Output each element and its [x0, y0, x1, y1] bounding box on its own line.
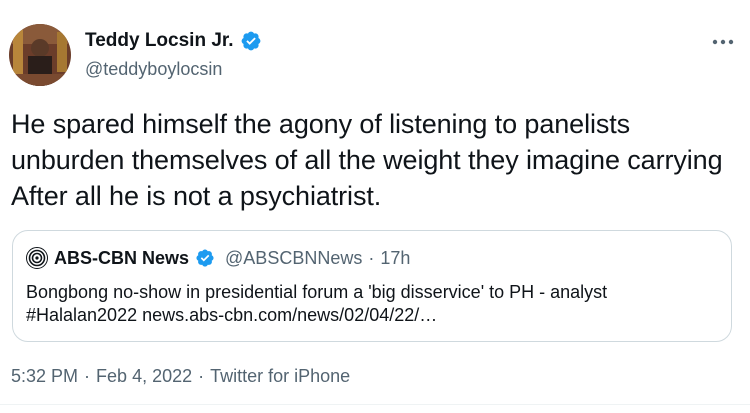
author-name-row[interactable]: Teddy Locsin Jr.: [85, 30, 262, 52]
tweet-date[interactable]: Feb 4, 2022: [96, 366, 192, 387]
avatar-image: [9, 24, 71, 86]
quoted-text-line: #Halalan2022 news.abs-cbn.com/news/02/04…: [26, 305, 438, 325]
meta-separator: ·: [84, 366, 91, 386]
quoted-author-handle: @ABSCBNNews: [225, 247, 363, 268]
quoted-author-name: ABS-CBN News: [54, 247, 190, 268]
author-name[interactable]: Teddy Locsin Jr.: [85, 30, 234, 52]
tweet-meta: 5:32 PM · Feb 4, 2022 · Twitter for iPho…: [11, 366, 350, 387]
quoted-tweet-card[interactable]: ABS-CBN News @ABSCBNNews · 17h Bongbong …: [12, 230, 732, 342]
author-handle[interactable]: @teddyboylocsin: [85, 58, 222, 80]
meta-separator: ·: [198, 366, 205, 386]
more-icon[interactable]: [710, 32, 736, 52]
quoted-timestamp: 17h: [380, 247, 411, 268]
quoted-tweet-text: Bongbong no-show in presidential forum a…: [26, 281, 716, 327]
divider: [0, 404, 750, 405]
verified-badge-icon: [241, 31, 260, 51]
tweet-source[interactable]: Twitter for iPhone: [210, 366, 350, 387]
verified-badge-icon: [196, 249, 214, 267]
tweet-time[interactable]: 5:32 PM: [11, 366, 78, 387]
tweet-text: He spared himself the agony of listening…: [11, 109, 723, 211]
quoted-text-line: Bongbong no-show in presidential forum a…: [26, 282, 608, 302]
quoted-tweet-header: ABS-CBN News @ABSCBNNews · 17h: [26, 247, 410, 269]
quoted-separator: ·: [368, 247, 375, 268]
avatar[interactable]: [9, 24, 71, 86]
tweet: Teddy Locsin Jr. @teddyboylocsin He spar…: [0, 0, 750, 413]
abs-cbn-logo-icon: [26, 247, 48, 269]
